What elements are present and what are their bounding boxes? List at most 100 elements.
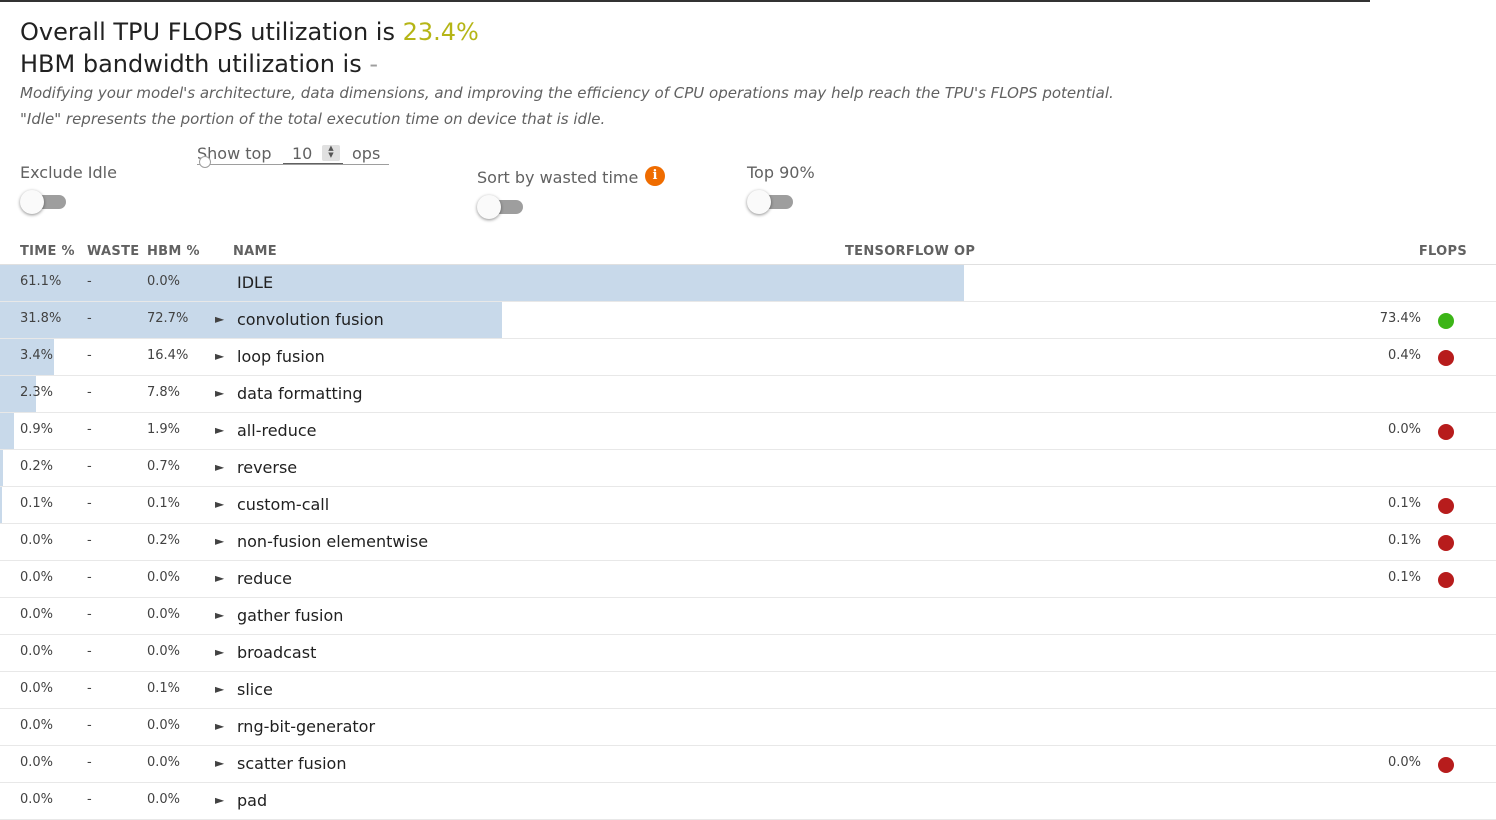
op-name: data formatting — [237, 384, 363, 403]
summary-header: Overall TPU FLOPS utilization is 23.4% H… — [20, 16, 1114, 132]
status-bad-dot-icon — [1438, 535, 1454, 551]
time-percent: 0.0% — [20, 607, 54, 622]
op-name: slice — [237, 680, 273, 699]
status-bad-dot-icon — [1438, 572, 1454, 588]
flops-utilization-value: 23.4% — [402, 18, 479, 46]
col-time[interactable]: TIME % — [20, 244, 75, 259]
col-tensorflow-op[interactable]: TENSORFLOW OP — [845, 244, 975, 259]
top-90-label: Top 90% — [747, 163, 815, 182]
architecture-note: Modifying your model's architecture, dat… — [20, 84, 1114, 102]
time-percent: 0.0% — [20, 644, 54, 659]
table-row[interactable]: 0.0% - 0.0% ► reduce 0.1% — [0, 561, 1496, 598]
waste-value: - — [87, 570, 92, 585]
op-name: pad — [237, 791, 268, 810]
flops-percent: 0.0% — [1387, 422, 1421, 437]
col-flops[interactable]: FLOPS — [1419, 244, 1467, 259]
hbm-percent: 1.9% — [147, 422, 181, 437]
expand-arrow-icon[interactable]: ► — [215, 487, 224, 521]
expand-arrow-icon[interactable]: ► — [215, 561, 224, 595]
time-percent: 0.0% — [20, 681, 54, 696]
hbm-utilization-line: HBM bandwidth utilization is - — [20, 48, 1114, 80]
table-row[interactable]: 0.0% - 0.0% ► broadcast — [0, 635, 1496, 672]
table-row[interactable]: 0.0% - 0.2% ► non-fusion elementwise 0.1% — [0, 524, 1496, 561]
op-name: loop fusion — [237, 347, 325, 366]
waste-value: - — [87, 311, 92, 326]
waste-value: - — [87, 274, 92, 289]
exclude-idle-toggle[interactable] — [20, 190, 66, 215]
table-row[interactable]: 0.0% - 0.0% ► rng-bit-generator — [0, 709, 1496, 746]
show-top-input[interactable]: 10 — [292, 144, 312, 163]
time-share-bar — [0, 265, 964, 301]
time-percent: 0.1% — [20, 496, 54, 511]
hbm-percent: 0.0% — [147, 570, 181, 585]
expand-arrow-icon[interactable]: ► — [215, 746, 224, 780]
op-name: gather fusion — [237, 606, 344, 625]
waste-value: - — [87, 348, 92, 363]
table-row[interactable]: 0.9% - 1.9% ► all-reduce 0.0% — [0, 413, 1496, 450]
expand-arrow-icon[interactable]: ► — [215, 450, 224, 484]
stepper-arrows-icon[interactable]: ▲ ▼ — [322, 145, 340, 161]
idle-note: "Idle" represents the portion of the tot… — [20, 110, 606, 128]
hbm-percent: 0.1% — [147, 496, 181, 511]
expand-arrow-icon[interactable]: ► — [215, 524, 224, 558]
table-row[interactable]: 3.4% - 16.4% ► loop fusion 0.4% — [0, 339, 1496, 376]
table-header: TIME % WASTE HBM % NAME TENSORFLOW OP FL… — [0, 240, 1496, 265]
op-name: custom-call — [237, 495, 330, 514]
op-name: broadcast — [237, 643, 317, 662]
table-row[interactable]: 0.0% - 0.0% ► pad — [0, 783, 1496, 820]
waste-value: - — [87, 607, 92, 622]
hbm-percent: 0.0% — [147, 755, 181, 770]
controls-bar: Exclude Idle Show top 10 ▲ ▼ ops Sort by … — [0, 140, 1496, 230]
waste-value: - — [87, 422, 92, 437]
time-percent: 0.0% — [20, 755, 54, 770]
hbm-percent: 7.8% — [147, 385, 181, 400]
exclude-idle-label: Exclude Idle — [20, 163, 117, 182]
table-row[interactable]: 0.1% - 0.1% ► custom-call 0.1% — [0, 487, 1496, 524]
time-percent: 0.0% — [20, 792, 54, 807]
expand-arrow-icon[interactable]: ► — [215, 302, 224, 336]
col-name[interactable]: NAME — [233, 244, 277, 259]
table-row[interactable]: 31.8% - 72.7% ► convolution fusion 73.4% — [0, 302, 1496, 339]
expand-arrow-icon[interactable]: ► — [215, 598, 224, 632]
time-percent: 31.8% — [20, 311, 62, 326]
waste-value: - — [87, 459, 92, 474]
expand-arrow-icon[interactable]: ► — [215, 783, 224, 817]
expand-arrow-icon[interactable]: ► — [215, 635, 224, 669]
hbm-percent: 0.7% — [147, 459, 181, 474]
toggle-knob — [20, 190, 44, 214]
top-90-toggle[interactable] — [747, 190, 793, 215]
time-percent: 0.9% — [20, 422, 54, 437]
table-row[interactable]: 0.2% - 0.7% ► reverse — [0, 450, 1496, 487]
waste-value: - — [87, 496, 92, 511]
flops-utilization-label: Overall TPU FLOPS utilization is — [20, 18, 403, 46]
col-hbm[interactable]: HBM % — [147, 244, 200, 259]
expand-arrow-icon[interactable]: ► — [215, 413, 224, 447]
time-percent: 2.3% — [20, 385, 54, 400]
col-waste[interactable]: WASTE — [87, 244, 139, 259]
time-share-bar — [0, 413, 14, 449]
hbm-percent: 0.0% — [147, 274, 181, 289]
op-name: IDLE — [237, 273, 274, 292]
show-top-units: ops — [352, 144, 381, 163]
expand-arrow-icon[interactable]: ► — [215, 376, 224, 410]
op-name: non-fusion elementwise — [237, 532, 429, 551]
slider-handle[interactable] — [199, 156, 211, 168]
expand-arrow-icon[interactable]: ► — [215, 339, 224, 373]
top-border — [0, 0, 1370, 2]
expand-arrow-icon[interactable]: ► — [215, 709, 224, 743]
table-row[interactable]: 2.3% - 7.8% ► data formatting — [0, 376, 1496, 413]
hbm-percent: 0.0% — [147, 792, 181, 807]
time-percent: 0.0% — [20, 718, 54, 733]
op-name: scatter fusion — [237, 754, 347, 773]
table-row[interactable]: 0.0% - 0.0% ► gather fusion — [0, 598, 1496, 635]
table-row[interactable]: 61.1% - 0.0% IDLE — [0, 265, 1496, 302]
info-icon[interactable]: i — [645, 166, 665, 186]
table-row[interactable]: 0.0% - 0.0% ► scatter fusion 0.0% — [0, 746, 1496, 783]
op-name: reverse — [237, 458, 298, 477]
time-percent: 61.1% — [20, 274, 62, 289]
table-row[interactable]: 0.0% - 0.1% ► slice — [0, 672, 1496, 709]
op-name: all-reduce — [237, 421, 317, 440]
time-percent: 0.2% — [20, 459, 54, 474]
expand-arrow-icon[interactable]: ► — [215, 672, 224, 706]
sort-by-wasted-time-toggle[interactable] — [477, 195, 523, 220]
